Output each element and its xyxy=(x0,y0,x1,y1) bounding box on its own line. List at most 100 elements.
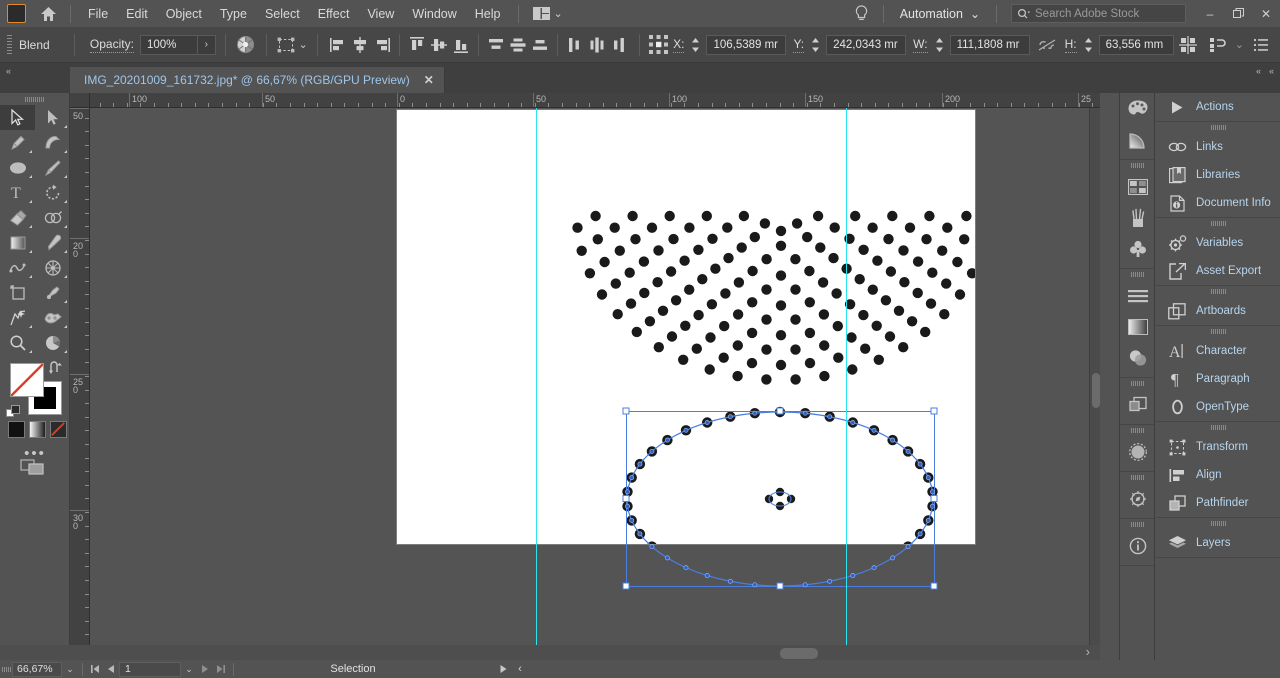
control-bar-grip-icon[interactable] xyxy=(4,34,13,56)
close-icon[interactable]: ✕ xyxy=(1252,0,1280,27)
vertical-scrollbar-thumb[interactable] xyxy=(1092,373,1100,408)
puppet-warp-tool[interactable] xyxy=(35,305,70,330)
scroll-left-icon[interactable]: ‹ xyxy=(508,663,532,675)
artboard-dropdown-icon[interactable]: ⌄ xyxy=(181,664,197,675)
workspace-switcher[interactable]: Automation ⌄ xyxy=(892,4,988,24)
paintbrush-tool[interactable] xyxy=(35,155,70,180)
opacity-sphere-icon[interactable] xyxy=(234,33,256,57)
tools-panel-grip-icon[interactable] xyxy=(0,93,69,105)
anchor-point[interactable] xyxy=(753,583,757,587)
anchor-point[interactable] xyxy=(891,556,895,560)
rail-grip-icon-6[interactable] xyxy=(1120,519,1154,530)
anchor-point[interactable] xyxy=(930,490,934,494)
panel-item-links[interactable]: Links xyxy=(1156,133,1280,161)
anchor-point[interactable] xyxy=(630,476,634,480)
align-top-icon[interactable] xyxy=(406,33,428,57)
x-position-field[interactable]: 106,5389 mr xyxy=(706,35,786,55)
swap-fill-stroke-icon[interactable] xyxy=(48,361,64,375)
align-bottom-icon[interactable] xyxy=(450,33,472,57)
panel-item-opentype[interactable]: OpenType xyxy=(1156,393,1280,421)
menu-edit[interactable]: Edit xyxy=(117,3,157,25)
anchor-point[interactable] xyxy=(630,518,634,522)
scroll-right-icon[interactable]: › xyxy=(1086,644,1090,659)
selection-handle[interactable] xyxy=(777,408,783,414)
anchor-point[interactable] xyxy=(684,428,688,432)
menu-file[interactable]: File xyxy=(79,3,117,25)
zoom-dropdown-icon[interactable]: ⌄ xyxy=(62,664,78,675)
height-field[interactable]: 63,556 mm xyxy=(1099,35,1174,55)
arrange-documents-icon[interactable]: ⌄ xyxy=(527,7,569,20)
anchor-point[interactable] xyxy=(918,462,922,466)
artboard-options-icon[interactable] xyxy=(1177,33,1199,57)
collapse-right-panel-icon[interactable]: « xyxy=(1256,66,1261,76)
info-panel-icon[interactable] xyxy=(1120,530,1156,561)
panel-item-libraries[interactable]: Libraries xyxy=(1156,161,1280,189)
blend-tool[interactable] xyxy=(0,255,35,280)
appearance-panel-icon[interactable] xyxy=(1120,389,1156,420)
panel-item-pathfinder[interactable]: Pathfinder xyxy=(1156,489,1280,517)
horizontal-ruler[interactable]: 1005005010015020025 xyxy=(90,93,1100,108)
shape-builder-tool[interactable] xyxy=(35,205,70,230)
align-right-icon[interactable] xyxy=(371,33,393,57)
transparency-panel-icon[interactable] xyxy=(1120,342,1156,373)
anchor-point[interactable] xyxy=(891,438,895,442)
vertical-ruler[interactable]: 50200250300 xyxy=(70,108,90,660)
document-tab[interactable]: IMG_20201009_161732.jpg* @ 66,67% (RGB/G… xyxy=(70,67,445,93)
symbols-panel-icon[interactable] xyxy=(1120,233,1156,264)
stroke-panel-icon[interactable] xyxy=(1120,280,1156,311)
width-field[interactable]: 111,1808 mr xyxy=(950,35,1030,55)
menu-window[interactable]: Window xyxy=(403,3,465,25)
align-horizontal-center-icon[interactable] xyxy=(349,33,371,57)
anchor-point[interactable] xyxy=(872,428,876,432)
curvature-tool[interactable] xyxy=(35,130,70,155)
eraser-tool[interactable] xyxy=(0,205,35,230)
minimize-icon[interactable]: – xyxy=(1196,0,1224,27)
distribute-right-icon[interactable] xyxy=(608,33,630,57)
menu-view[interactable]: View xyxy=(358,3,403,25)
status-menu-arrow[interactable] xyxy=(468,664,508,674)
h-stepper[interactable] xyxy=(1081,37,1096,53)
graphic-styles-panel-icon[interactable] xyxy=(1120,436,1156,467)
panel-grip-icon[interactable] xyxy=(1156,122,1280,133)
panel-item-document-info[interactable]: Document Info xyxy=(1156,189,1280,217)
eyedropper-tool[interactable] xyxy=(35,230,70,255)
gradient-tool[interactable] xyxy=(0,230,35,255)
align-left-icon[interactable] xyxy=(327,33,349,57)
panel-grip-icon-5[interactable] xyxy=(1156,422,1280,433)
distribute-bottom-icon[interactable] xyxy=(529,33,551,57)
selection-handle[interactable] xyxy=(931,583,937,589)
first-artboard-button[interactable] xyxy=(87,664,103,674)
rail-grip-icon-5[interactable] xyxy=(1120,472,1154,483)
panel-item-paragraph[interactable]: ¶ Paragraph xyxy=(1156,365,1280,393)
transform-caret-icon[interactable]: ⌄ xyxy=(299,38,308,51)
anchor-point[interactable] xyxy=(918,532,922,536)
anchor-point[interactable] xyxy=(665,556,669,560)
transform-select-icon[interactable] xyxy=(275,33,297,57)
anchor-point[interactable] xyxy=(851,420,855,424)
none-mode-swatch[interactable] xyxy=(50,421,67,438)
panel-item-artboards[interactable]: Artboards xyxy=(1156,297,1280,325)
artboard-number-input[interactable]: 1 xyxy=(119,662,181,677)
selection-handle[interactable] xyxy=(931,496,937,502)
anchor-point[interactable] xyxy=(728,415,732,419)
anchor-point[interactable] xyxy=(906,545,910,549)
align-vertical-center-icon[interactable] xyxy=(428,33,450,57)
fill-color-swatch[interactable] xyxy=(10,363,44,397)
anchor-point[interactable] xyxy=(906,449,910,453)
menu-type[interactable]: Type xyxy=(211,3,256,25)
menu-help[interactable]: Help xyxy=(466,3,510,25)
status-text[interactable]: Selection xyxy=(238,663,468,675)
discover-bulb-icon[interactable] xyxy=(849,5,875,22)
swatches-panel-icon[interactable] xyxy=(1120,171,1156,202)
previous-artboard-button[interactable] xyxy=(103,664,119,674)
anchor-point[interactable] xyxy=(926,476,930,480)
panel-item-actions[interactable]: Actions xyxy=(1156,93,1280,121)
ellipse-tool[interactable] xyxy=(0,155,35,180)
navigator-panel-icon[interactable] xyxy=(1120,483,1156,514)
anchor-point[interactable] xyxy=(828,415,832,419)
panel-grip-icon-4[interactable] xyxy=(1156,326,1280,337)
restore-icon[interactable] xyxy=(1224,0,1252,27)
y-position-field[interactable]: 242,0343 mr xyxy=(826,35,906,55)
panel-grip-icon-6[interactable] xyxy=(1156,518,1280,529)
anchor-point[interactable] xyxy=(705,420,709,424)
